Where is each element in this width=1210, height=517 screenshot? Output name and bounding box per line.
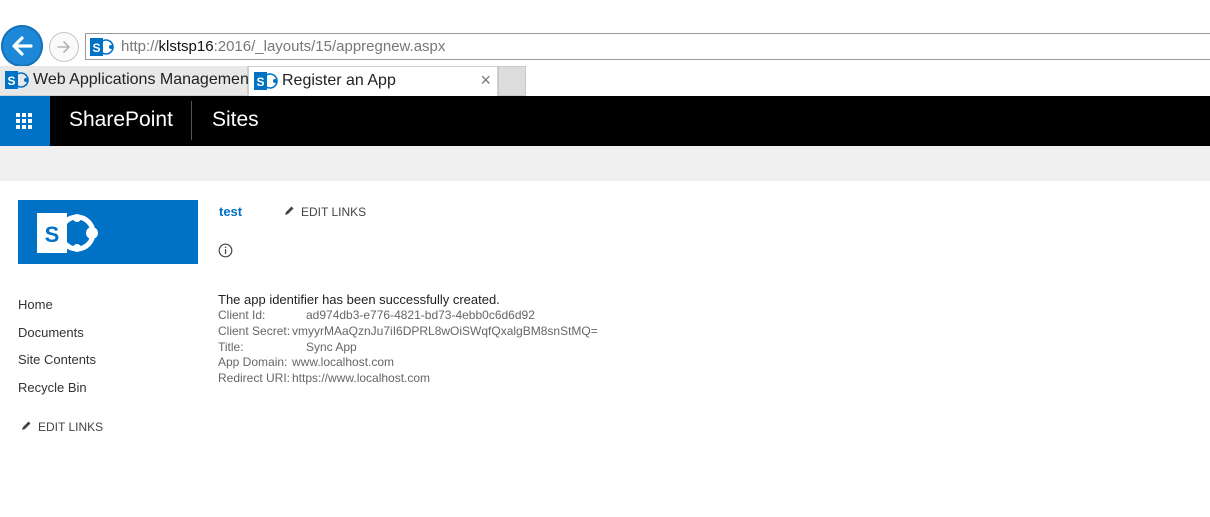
- sites-link[interactable]: Sites: [212, 108, 259, 132]
- field-label: App Domain:: [218, 355, 288, 370]
- field-label: Client Id:: [218, 308, 266, 322]
- app-launcher-button[interactable]: [0, 96, 50, 146]
- forward-arrow-icon: [57, 41, 70, 53]
- new-tab-button[interactable]: [498, 66, 526, 96]
- field-label: Title:: [218, 339, 244, 354]
- nav-item-recycle-bin[interactable]: Recycle Bin: [18, 380, 96, 408]
- forward-button[interactable]: [49, 32, 79, 62]
- ribbon-bar: [0, 146, 1210, 181]
- quick-launch-nav: Home Documents Site Contents Recycle Bin: [18, 297, 96, 407]
- client-id-value: ad974db3-e776-4821-bd73-4ebb0c6d6d92: [306, 308, 535, 322]
- sharepoint-logo-icon: S: [37, 213, 98, 253]
- app-domain-row: App Domain: www.localhost.com: [218, 355, 500, 371]
- site-logo[interactable]: S: [18, 200, 198, 264]
- app-registration-result: The app identifier has been successfully…: [218, 292, 598, 387]
- sharepoint-favicon-icon: S: [254, 72, 278, 90]
- tab-web-applications-management[interactable]: S Web Applications Management: [0, 66, 253, 96]
- edit-top-links-button[interactable]: EDIT LINKS: [283, 205, 366, 219]
- success-message: The app identifier has been successfully…: [218, 292, 500, 307]
- redirect-uri-value: https://www.localhost.com: [292, 371, 431, 386]
- site-title-link[interactable]: test: [219, 204, 242, 219]
- field-label: Client Secret:: [218, 323, 291, 338]
- tab-register-an-app[interactable]: S Register an App ×: [248, 66, 498, 96]
- suite-divider: [191, 101, 192, 140]
- sharepoint-favicon-icon: S: [90, 38, 114, 56]
- nav-item-documents[interactable]: Documents: [18, 325, 96, 353]
- sharepoint-brand-link[interactable]: SharePoint: [69, 108, 173, 132]
- edit-links-label: EDIT LINKS: [301, 205, 367, 219]
- field-label: Redirect URI:: [218, 371, 291, 386]
- svg-text:S: S: [45, 222, 60, 247]
- pencil-icon: [22, 421, 31, 430]
- back-arrow-icon: [12, 36, 33, 56]
- app-domain-value: www.localhost.com: [292, 355, 395, 370]
- browser-address-bar: S http://klstsp16:2016/_layouts/15/appre…: [0, 0, 1210, 67]
- client-id-row: Client Id: ad974db3-e776-4821-bd73-4ebb0…: [218, 308, 535, 324]
- sharepoint-favicon-icon: S: [5, 71, 29, 89]
- close-tab-icon[interactable]: ×: [480, 70, 491, 91]
- title-row: Title: Sync App: [218, 340, 500, 356]
- nav-item-site-contents[interactable]: Site Contents: [18, 352, 96, 380]
- tab-label: Register an App: [282, 72, 396, 89]
- browser-tab-strip: S Web Applications Management S Register…: [0, 66, 1210, 96]
- client-secret-value: vmyyrMAaQznJu7iI6DPRL8wOiSWqfQxalgBM8snS…: [292, 323, 598, 338]
- suite-bar: SharePoint Sites: [0, 96, 1210, 146]
- app-launcher-icon: [16, 113, 32, 129]
- pencil-icon: [285, 206, 294, 215]
- nav-item-home[interactable]: Home: [18, 297, 96, 325]
- redirect-uri-row: Redirect URI: https://www.localhost.com: [218, 371, 500, 387]
- edit-links-label: EDIT LINKS: [38, 420, 104, 434]
- url-text: http://klstsp16:2016/_layouts/15/appregn…: [121, 38, 446, 55]
- client-secret-row: Client Secret: vmyyrMAaQznJu7iI6DPRL8wOi…: [218, 323, 598, 340]
- url-input[interactable]: S http://klstsp16:2016/_layouts/15/appre…: [85, 33, 1210, 60]
- back-button[interactable]: [1, 25, 43, 67]
- svg-text:S: S: [7, 74, 15, 88]
- title-value: Sync App: [306, 339, 357, 354]
- edit-left-links-button[interactable]: EDIT LINKS: [20, 420, 103, 434]
- svg-text:S: S: [92, 41, 100, 55]
- svg-text:S: S: [256, 75, 264, 89]
- tab-label: Web Applications Management: [33, 71, 254, 88]
- info-icon[interactable]: [218, 243, 233, 258]
